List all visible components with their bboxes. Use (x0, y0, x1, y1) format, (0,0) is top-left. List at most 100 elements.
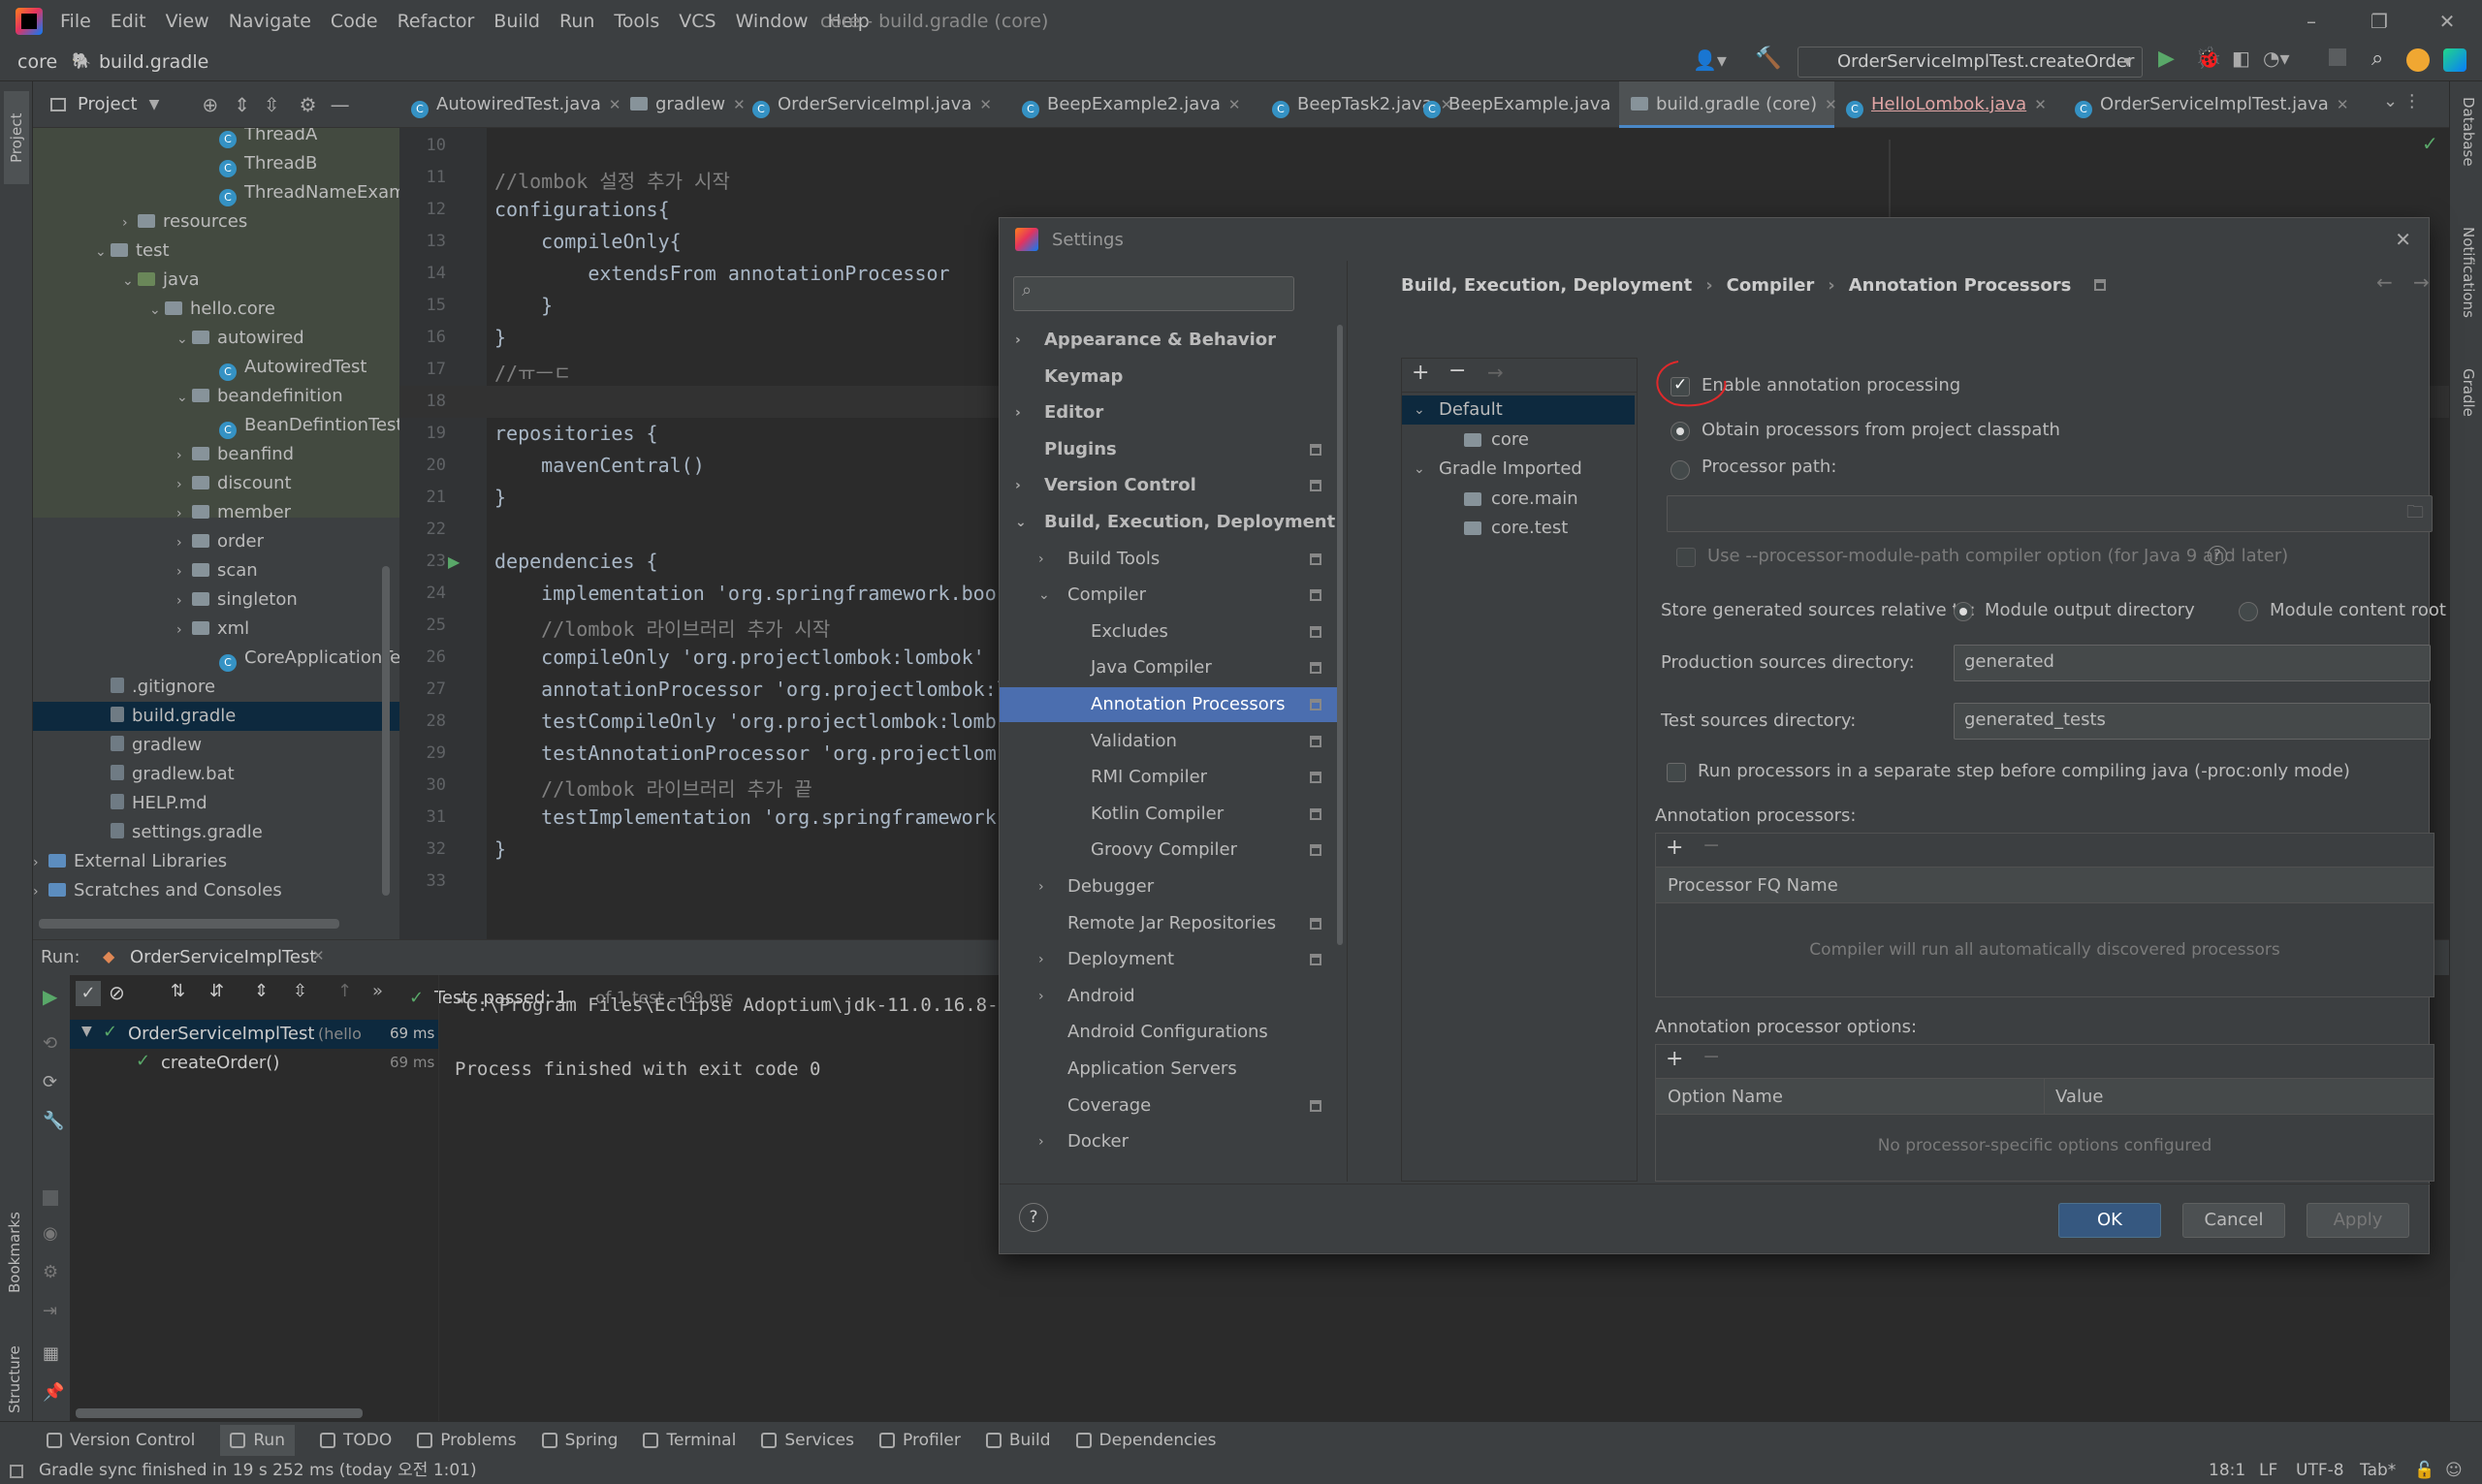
settings-nav-item[interactable]: Annotation Processors (1000, 687, 1341, 722)
settings-nav-item[interactable]: › Editor (1000, 395, 1341, 430)
add-processor-icon[interactable]: + (1666, 836, 1683, 860)
breadcrumb-build[interactable]: Build, Execution, Deployment (1401, 275, 1692, 296)
module-path-checkbox[interactable] (1676, 548, 1696, 567)
settings-nav-item[interactable]: Kotlin Compiler (1000, 797, 1341, 832)
test-row-class[interactable]: ▼ ✓ OrderServiceImplTest (hello 69 ms (70, 1020, 438, 1049)
menu-code[interactable]: Code (331, 11, 378, 32)
tree-item[interactable]: ⌄ autowired (33, 324, 399, 353)
editor-tab[interactable]: CBeepExample.java✕ (1412, 81, 1631, 128)
settings-nav-item[interactable]: › Deployment (1000, 942, 1341, 977)
search-icon[interactable]: ⌕ (2371, 47, 2383, 71)
event-log-icon[interactable]: ☺ (2445, 1458, 2463, 1484)
run-gutter-icon[interactable]: ▶ (448, 553, 460, 571)
wrench-icon[interactable]: 🔧 (43, 1111, 64, 1131)
stop-icon[interactable] (2329, 48, 2346, 66)
chevron-icon[interactable]: › (176, 470, 192, 499)
editor-tab[interactable]: C HelloLombok.java ✕ (1834, 81, 2063, 128)
more-icon[interactable]: » (372, 981, 383, 1001)
chevron-icon[interactable]: ⌄ (176, 325, 192, 354)
close-tab-icon[interactable]: ✕ (1228, 96, 1241, 113)
chevron-down-icon[interactable]: ⌄ (1414, 455, 1425, 484)
tree-item[interactable]: C ThreadA (33, 128, 399, 149)
bookmarks-tool-button[interactable]: Bookmarks (6, 1212, 23, 1293)
restore-icon[interactable]: ❐ (2360, 4, 2399, 39)
settings-nav-item[interactable]: Validation (1000, 724, 1341, 759)
add-profile-icon[interactable]: + (1412, 361, 1429, 385)
build-hammer-icon[interactable]: 🔨 (1755, 47, 1781, 71)
chevron-right-icon[interactable]: › (1038, 942, 1044, 977)
close-tab-icon[interactable]: ✕ (979, 96, 992, 113)
coverage-icon[interactable]: ◧ (2232, 47, 2250, 70)
settings-nav-item[interactable]: Java Compiler (1000, 650, 1341, 685)
profile-item[interactable]: core (1402, 426, 1635, 455)
tree-item[interactable]: HELP.md (33, 789, 399, 818)
forward-arrow-icon[interactable]: → (2413, 270, 2430, 294)
pin-icon[interactable]: 📌 (43, 1382, 64, 1403)
nav-scrollbar[interactable] (1337, 325, 1343, 945)
tree-item[interactable]: C ThreadNameExamp (33, 178, 399, 207)
tree-item[interactable]: C ThreadB (33, 149, 399, 178)
menu-build[interactable]: Build (493, 11, 540, 32)
menu-window[interactable]: Window (736, 11, 809, 32)
tree-item[interactable]: gradlew.bat (33, 760, 399, 789)
tree-hscrollbar[interactable] (76, 1408, 363, 1418)
vcs-user-icon[interactable]: 👤▾ (1693, 48, 1727, 72)
collapse-all-icon[interactable]: ⇳ (264, 93, 280, 116)
bottom-tool-services[interactable]: Services (761, 1431, 854, 1450)
bottom-tool-profiler[interactable]: Profiler (879, 1431, 961, 1450)
chevron-icon[interactable]: ⌄ (122, 267, 138, 296)
editor-tab[interactable]: gradlew ✕ (619, 81, 746, 128)
ok-button[interactable]: OK (2058, 1203, 2161, 1238)
tree-item[interactable]: › order (33, 527, 399, 556)
chevron-down-icon[interactable]: ⌄ (1414, 395, 1425, 425)
module-content-radio[interactable] (2239, 602, 2258, 621)
chevron-down-icon[interactable]: ▼ (149, 97, 160, 112)
profile-item[interactable]: core.test (1402, 514, 1635, 543)
settings-nav-item[interactable]: Android Configurations (1000, 1015, 1341, 1050)
close-tab-icon[interactable]: ✕ (312, 947, 325, 964)
editor-tab[interactable]: C BeepTask2.java ✕ (1260, 81, 1452, 128)
test-row-method[interactable]: ✓ createOrder() 69 ms (70, 1049, 438, 1078)
tree-item[interactable]: › Scratches and Consoles (33, 876, 399, 905)
show-passed-icon[interactable]: ✓ (76, 981, 101, 1006)
tree-item[interactable]: ⌄ test (33, 237, 399, 266)
camera-icon[interactable]: ◉ (43, 1223, 58, 1244)
bottom-tool-todo[interactable]: TODO (319, 1431, 392, 1450)
project-tool-button[interactable]: Project (4, 91, 29, 184)
settings-nav-item[interactable]: Coverage (1000, 1089, 1341, 1123)
rerun-icon[interactable]: ▶ (43, 985, 57, 1008)
breadcrumb-project[interactable]: core (17, 51, 57, 73)
tree-item[interactable]: ⌄ beandefinition (33, 382, 399, 411)
collapse-all-icon[interactable]: ⇳ (293, 981, 307, 1001)
gear-icon[interactable]: ⚙ (300, 93, 317, 116)
tree-item[interactable]: C AutowiredTest (33, 353, 399, 382)
indent-setting[interactable]: Tab* (2360, 1458, 2396, 1484)
minimize-icon[interactable]: – (2292, 4, 2331, 39)
obtain-classpath-label[interactable]: Obtain processors from project classpath (1702, 420, 2060, 440)
sort-alpha-icon[interactable]: ⇅ (171, 981, 185, 1001)
chevron-icon[interactable]: › (176, 616, 192, 645)
tree-item[interactable]: ⌄ hello.core (33, 295, 399, 324)
database-tool-button[interactable]: Database (2460, 97, 2477, 167)
bottom-tool-spring[interactable]: Spring (541, 1431, 618, 1450)
file-encoding[interactable]: UTF-8 (2296, 1458, 2344, 1484)
status-message[interactable]: Gradle sync finished in 19 s 252 ms (tod… (39, 1458, 477, 1484)
tree-item[interactable]: .gitignore (33, 673, 399, 702)
chevron-right-icon[interactable]: › (1038, 979, 1044, 1014)
editor-tab[interactable]: C OrderServiceImplTest.java ✕ (2063, 81, 2348, 128)
close-icon[interactable]: ✕ (2395, 228, 2411, 251)
run-icon[interactable]: ▶ (2158, 47, 2175, 71)
tree-item[interactable]: › beanfind (33, 440, 399, 469)
settings-nav-item[interactable]: › Version Control (1000, 468, 1341, 503)
tree-item[interactable]: › member (33, 498, 399, 527)
tree-item[interactable]: C CoreApplicationTests (33, 644, 399, 673)
chevron-right-icon[interactable]: › (1015, 468, 1021, 503)
proc-only-checkbox[interactable] (1667, 763, 1686, 782)
tree-item[interactable]: ⌄ java (33, 266, 399, 295)
settings-nav-item[interactable]: › Appearance & Behavior (1000, 323, 1341, 358)
processor-path-field[interactable]: 🗀 (1667, 495, 2433, 532)
bottom-tool-run[interactable]: Run (220, 1424, 295, 1456)
tree-item[interactable]: build.gradle (33, 702, 399, 731)
exit-icon[interactable]: ⇥ (43, 1301, 57, 1321)
chevron-icon[interactable]: › (122, 208, 138, 237)
